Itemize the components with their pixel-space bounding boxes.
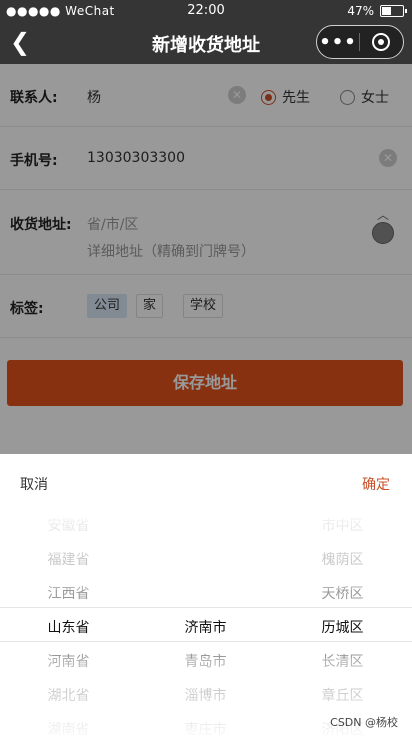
picker-option[interactable]: 山东省 <box>0 611 137 645</box>
more-button[interactable]: ••• <box>317 32 359 53</box>
picker-option[interactable]: 市中区 <box>274 509 411 543</box>
picker-toolbar: 取消 确定 <box>0 454 412 511</box>
status-bar: ●●●●● WeChat 22:00 47% <box>0 0 412 22</box>
picker-option[interactable]: 河南省 <box>0 645 137 679</box>
watermark: CSDN @杨校 <box>330 716 398 729</box>
picker-option[interactable]: 福建省 <box>0 543 137 577</box>
picker-option[interactable]: 湖北省 <box>0 679 137 713</box>
navigation-bar: ❮ 新增收货地址 ••• <box>0 22 412 64</box>
district-column[interactable]: 市中区 槐荫区 天桥区 历城区 长清区 章丘区 济阳区 <box>274 510 411 738</box>
picker-option[interactable]: 历城区 <box>274 611 411 645</box>
picker-option[interactable]: 安徽省 <box>0 509 137 543</box>
picker-option[interactable]: 枣庄市 <box>137 713 274 747</box>
picker-cancel-button[interactable]: 取消 <box>20 474 48 494</box>
close-miniprogram-button[interactable] <box>360 33 402 51</box>
picker-option[interactable]: 淄博市 <box>137 679 274 713</box>
battery-area: 47% <box>347 4 407 18</box>
target-icon <box>372 33 390 51</box>
miniprogram-capsule: ••• <box>316 25 404 59</box>
picker-option[interactable]: 青岛市 <box>137 645 274 679</box>
picker-option[interactable]: 湖南省 <box>0 713 137 747</box>
battery-icon <box>380 5 407 17</box>
picker-option[interactable]: 江西省 <box>0 577 137 611</box>
region-picker: 取消 确定 安徽省 福建省 江西省 山东省 河南省 湖北省 湖南省 济南市 青岛市 淄博市 枣庄市… <box>0 454 412 738</box>
picker-option[interactable]: 章丘区 <box>274 679 411 713</box>
modal-mask[interactable] <box>0 64 412 454</box>
picker-option[interactable]: 槐荫区 <box>274 543 411 577</box>
picker-option[interactable]: 天桥区 <box>274 577 411 611</box>
battery-percent: 47% <box>347 4 374 18</box>
picker-confirm-button[interactable]: 确定 <box>362 474 390 494</box>
picker-option[interactable]: 济南市 <box>137 611 274 645</box>
picker-option[interactable]: 长清区 <box>274 645 411 679</box>
province-column[interactable]: 安徽省 福建省 江西省 山东省 河南省 湖北省 湖南省 <box>0 510 137 738</box>
city-column[interactable]: 济南市 青岛市 淄博市 枣庄市 <box>137 510 274 738</box>
